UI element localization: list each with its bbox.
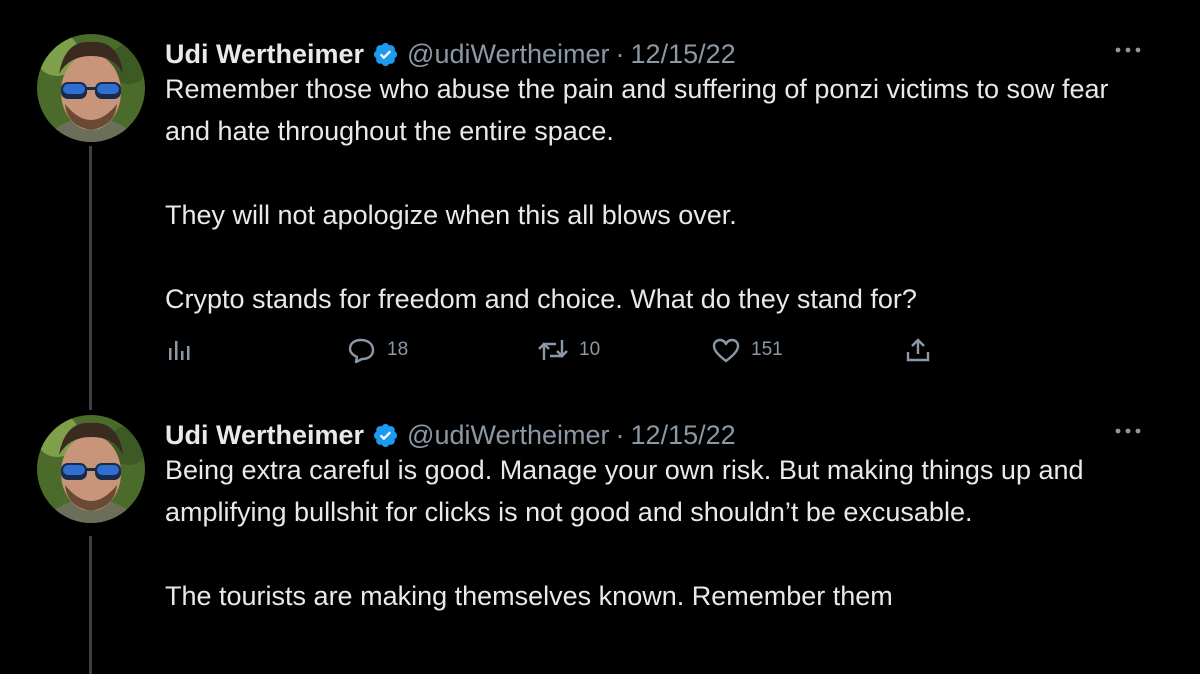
retweet-icon: [537, 336, 569, 364]
author-handle[interactable]: @udiWertheimer: [407, 420, 609, 451]
retweet-button[interactable]: 10: [537, 330, 600, 370]
reply-icon: [347, 336, 377, 364]
author-name[interactable]: Udi Wertheimer: [165, 420, 364, 451]
tweet-paragraph: The tourists are making themselves known…: [165, 581, 893, 611]
verified-badge-icon: [372, 422, 399, 449]
tweet-text: Being extra careful is good. Manage your…: [165, 449, 1155, 617]
avatar[interactable]: [37, 34, 145, 142]
tweet-actions: 18 10 151: [165, 330, 965, 370]
avatar[interactable]: [37, 415, 145, 523]
reply-count: 18: [387, 339, 409, 360]
tweet[interactable]: Udi Wertheimer @udiWertheimer · 12/15/22…: [0, 34, 1200, 374]
author-name[interactable]: Udi Wertheimer: [165, 39, 364, 70]
tweet-paragraph: Being extra careful is good. Manage your…: [165, 455, 1084, 527]
tweet[interactable]: Udi Wertheimer @udiWertheimer · 12/15/22…: [0, 415, 1200, 674]
author-handle[interactable]: @udiWertheimer: [407, 39, 609, 70]
share-icon: [903, 336, 933, 364]
like-count: 151: [751, 339, 783, 360]
retweet-count: 10: [579, 339, 601, 360]
heart-icon: [711, 336, 741, 364]
more-dots-icon[interactable]: [1112, 421, 1144, 441]
like-button[interactable]: 151: [711, 330, 783, 370]
analytics-icon: [165, 336, 193, 364]
tweet-date[interactable]: 12/15/22: [631, 420, 736, 451]
header-separator: ·: [615, 38, 625, 69]
tweet-text: Remember those who abuse the pain and su…: [165, 68, 1155, 320]
header-separator: ·: [615, 419, 625, 450]
reply-button[interactable]: 18: [347, 330, 408, 370]
tweet-date[interactable]: 12/15/22: [631, 39, 736, 70]
tweet-paragraph: Remember those who abuse the pain and su…: [165, 74, 1109, 146]
views-button[interactable]: [165, 330, 193, 370]
tweet-paragraph: They will not apologize when this all bl…: [165, 200, 737, 230]
more-dots-icon[interactable]: [1112, 40, 1144, 60]
verified-badge-icon: [372, 41, 399, 68]
share-button[interactable]: [903, 330, 933, 370]
tweet-paragraph: Crypto stands for freedom and choice. Wh…: [165, 284, 917, 314]
